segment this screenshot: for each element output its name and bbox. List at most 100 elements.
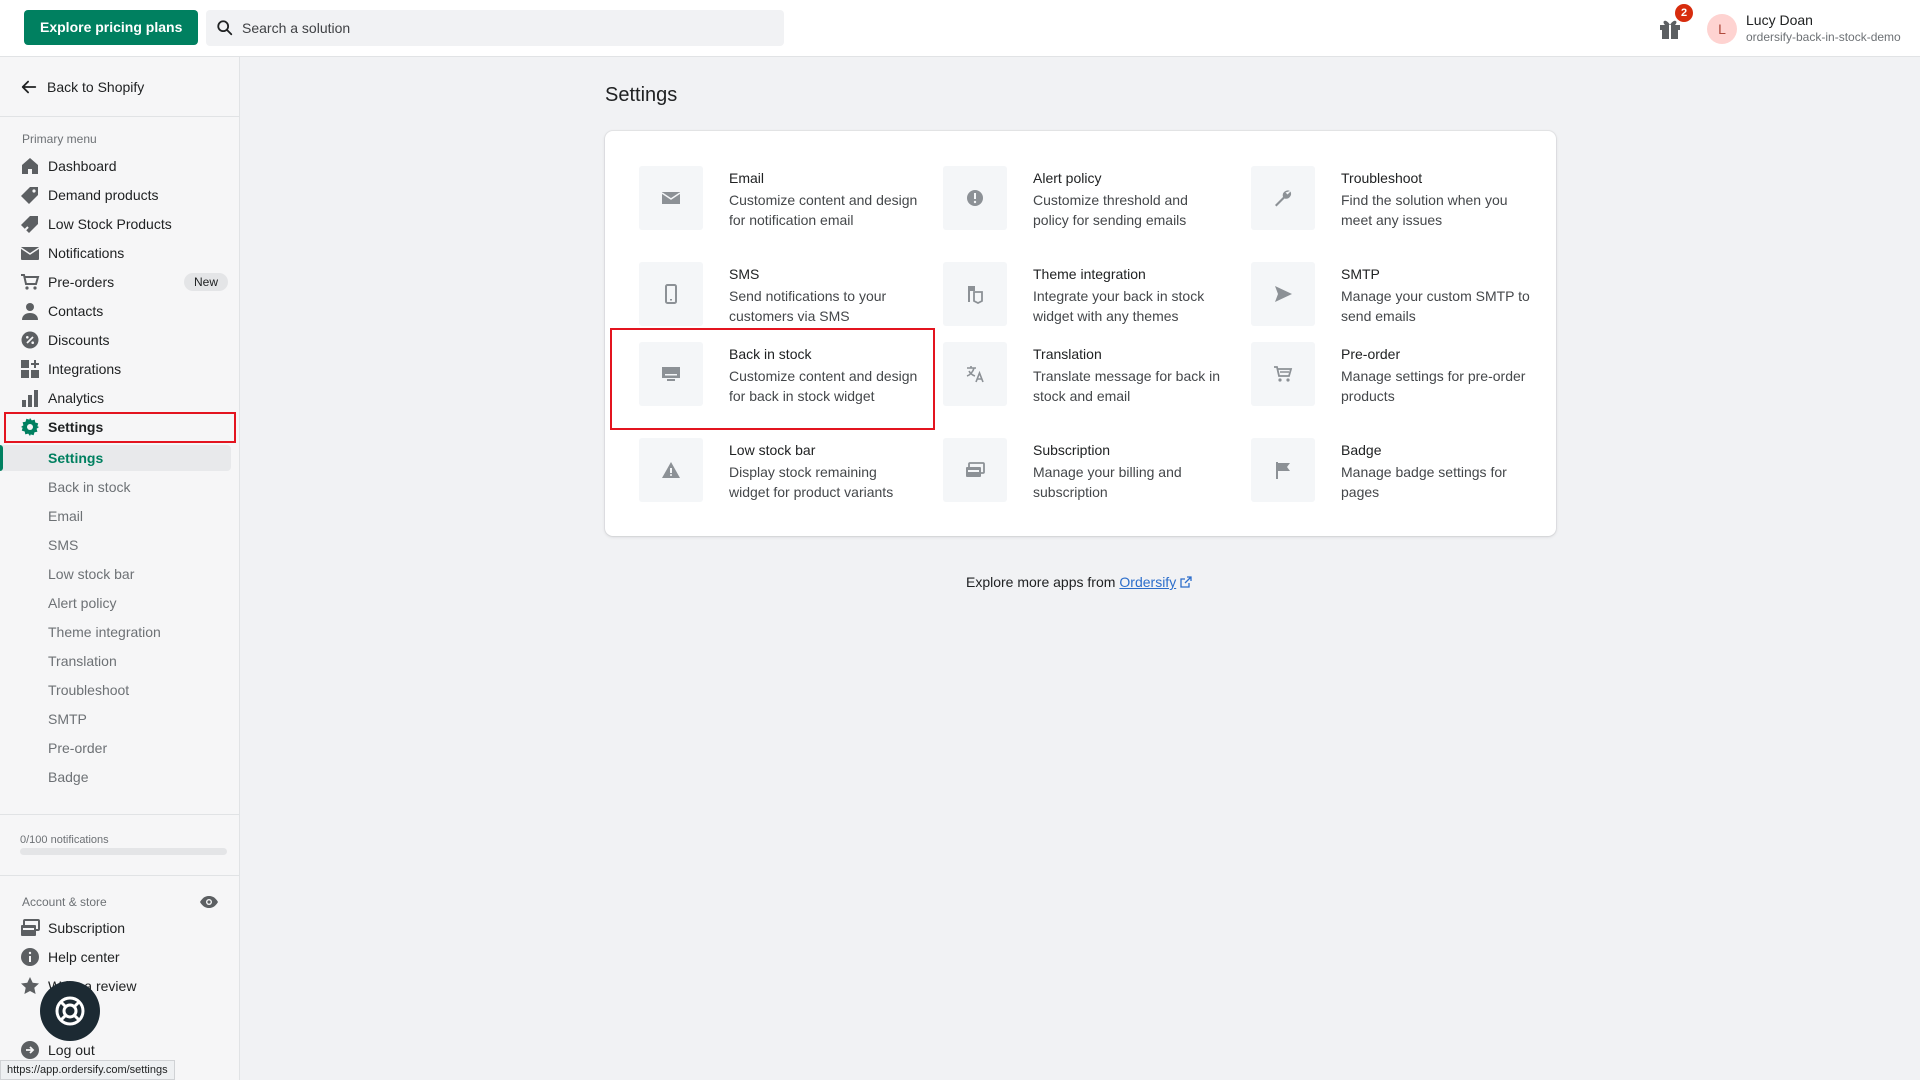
explore-pricing-plans-button[interactable]: Explore pricing plans — [24, 10, 199, 45]
sub-item-pre-order[interactable]: Pre-order — [48, 736, 107, 760]
back-to-shopify-label: Back to Shopify — [47, 79, 145, 95]
help-chat-button[interactable] — [40, 981, 100, 1041]
notifications-usage-label: 0/100 notifications — [20, 834, 109, 846]
arrow-left-icon — [21, 80, 37, 94]
setting-thumb — [1251, 342, 1315, 406]
warning-icon — [662, 462, 680, 478]
back-to-shopify-link[interactable]: Back to Shopify — [20, 77, 144, 97]
setting-thumb — [1251, 262, 1315, 326]
setting-description: Send notifications to your customers via… — [729, 288, 887, 324]
sidebar-item-pre-orders[interactable]: Pre-orders New — [20, 269, 228, 295]
setting-thumb — [639, 438, 703, 502]
translate-icon — [966, 366, 984, 383]
sub-item-troubleshoot[interactable]: Troubleshoot — [48, 678, 129, 702]
sub-item-alert-policy[interactable]: Alert policy — [48, 591, 116, 615]
primary-menu-title: Primary menu — [22, 132, 97, 146]
billing-icon — [21, 919, 40, 936]
bar-chart-icon — [22, 390, 38, 407]
cart-icon — [1274, 366, 1293, 382]
sidebar-item-label: Integrations — [48, 361, 122, 377]
mail-icon — [20, 247, 40, 260]
sidebar: Back to Shopify Primary menu Dashboard D… — [0, 57, 240, 1080]
star-icon — [21, 977, 39, 994]
notification-count-badge: 2 — [1675, 4, 1693, 22]
sub-item-badge[interactable]: Badge — [48, 765, 88, 789]
page-title: Settings — [605, 84, 678, 106]
setting-thumb — [943, 166, 1007, 230]
info-icon — [21, 948, 39, 966]
sidebar-item-label: Demand products — [48, 187, 159, 203]
sub-item-low-stock-bar[interactable]: Low stock bar — [48, 562, 134, 586]
sub-item-theme-integration[interactable]: Theme integration — [48, 620, 161, 644]
sidebar-item-label: Dashboard — [48, 158, 117, 174]
sidebar-item-label: Subscription — [48, 920, 126, 936]
setting-thumb — [639, 166, 703, 230]
setting-thumb — [943, 438, 1007, 502]
sidebar-item-analytics[interactable]: Analytics — [20, 385, 228, 411]
user-name[interactable]: Lucy Doan — [1746, 12, 1813, 28]
sub-item-translation[interactable]: Translation — [48, 649, 117, 673]
setting-title: Subscription — [1033, 442, 1111, 458]
tag-icon — [21, 187, 38, 204]
sidebar-item-label: Log out — [48, 1042, 95, 1058]
logout-icon — [21, 1041, 39, 1059]
eye-icon[interactable] — [199, 892, 219, 912]
setting-description: Translate message for back in stock and … — [1033, 368, 1221, 404]
send-icon — [1275, 286, 1292, 302]
sub-item-sms[interactable]: SMS — [48, 533, 78, 557]
setting-description: Integrate your back in stock widget with… — [1033, 288, 1205, 324]
sidebar-item-contacts[interactable]: Contacts — [20, 298, 228, 324]
sidebar-item-dashboard[interactable]: Dashboard — [20, 153, 228, 179]
sidebar-item-help-center[interactable]: Help center — [20, 944, 228, 970]
setting-title: Pre-order — [1341, 346, 1401, 362]
setting-thumb — [1251, 438, 1315, 502]
search-input[interactable] — [242, 10, 772, 46]
sidebar-divider — [0, 814, 240, 815]
sub-item-settings[interactable]: Settings — [48, 446, 103, 470]
back-in-stock-highlight-box — [610, 328, 935, 430]
sidebar-item-low-stock-products[interactable]: Low Stock Products — [20, 211, 228, 237]
setting-thumb — [639, 262, 703, 326]
sidebar-item-subscription[interactable]: Subscription — [20, 915, 228, 941]
setting-description: Customize threshold and policy for sendi… — [1033, 192, 1188, 228]
person-icon — [22, 303, 38, 320]
sidebar-item-label: Contacts — [48, 303, 104, 319]
account-store-title: Account & store — [22, 895, 107, 909]
sub-item-smtp[interactable]: SMTP — [48, 707, 87, 731]
email-icon — [661, 192, 681, 204]
ordersify-link[interactable]: Ordersify — [1119, 574, 1176, 590]
setting-title: Email — [729, 170, 765, 186]
setting-title: SMTP — [1341, 266, 1380, 282]
setting-thumb — [1251, 166, 1315, 230]
search-bar[interactable] — [206, 10, 784, 46]
sidebar-item-demand-products[interactable]: Demand products — [20, 182, 228, 208]
sidebar-item-label: Help center — [48, 949, 120, 965]
sidebar-item-notifications[interactable]: Notifications — [20, 240, 228, 266]
setting-description: Customize content and design for notific… — [729, 192, 918, 228]
new-badge: New — [183, 273, 228, 291]
wrench-icon — [1275, 190, 1292, 207]
theme-icon — [968, 286, 983, 304]
mobile-icon — [665, 284, 677, 304]
setting-description: Manage badge settings for pages — [1341, 464, 1507, 500]
setting-description: Manage your billing and subscription — [1033, 464, 1182, 500]
sidebar-divider — [0, 875, 240, 876]
sidebar-item-integrations[interactable]: Integrations — [20, 356, 228, 382]
setting-description: Display stock remaining widget for produ… — [729, 464, 894, 500]
setting-description: Find the solution when you meet any issu… — [1341, 192, 1508, 228]
setting-title: Translation — [1033, 346, 1102, 362]
active-item-background — [0, 445, 231, 471]
avatar[interactable]: L — [1707, 14, 1737, 44]
sub-item-back-in-stock[interactable]: Back in stock — [48, 475, 130, 499]
sidebar-item-discounts[interactable]: Discounts — [20, 327, 228, 353]
discount-icon — [21, 331, 39, 349]
sub-item-email[interactable]: Email — [48, 504, 83, 528]
setting-title: Badge — [1341, 442, 1382, 458]
setting-thumb — [943, 342, 1007, 406]
home-icon — [22, 158, 38, 174]
settings-highlight-box — [4, 412, 236, 443]
sidebar-item-label: Notifications — [48, 245, 125, 261]
external-link-icon[interactable] — [1180, 576, 1192, 588]
setting-description: Manage settings for pre-order products — [1341, 368, 1526, 404]
setting-title: SMS — [729, 266, 760, 282]
